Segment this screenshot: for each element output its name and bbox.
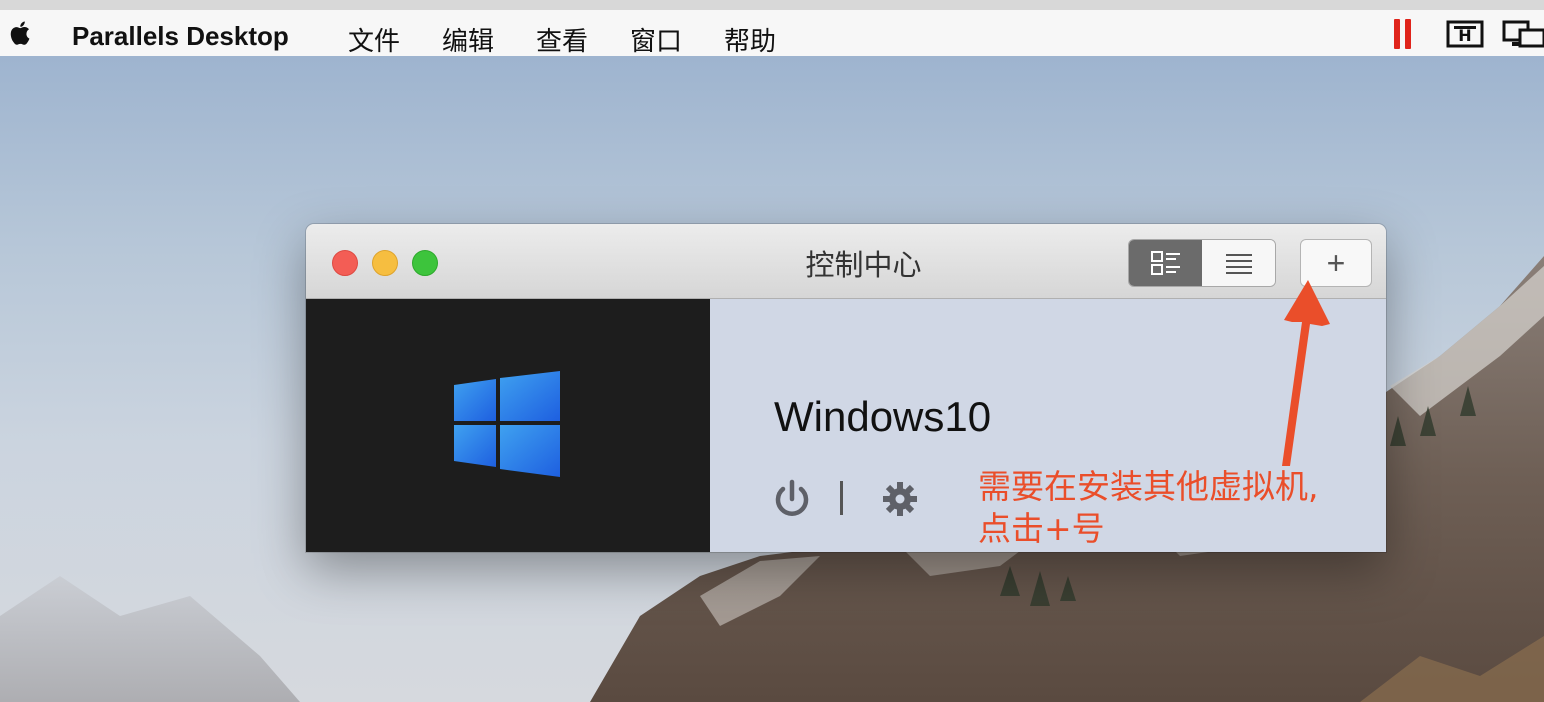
menu-view[interactable]: 查看	[536, 21, 588, 58]
annotation-line-1: 需要在安装其他虚拟机,	[978, 467, 1319, 506]
settings-gear-icon[interactable]	[880, 479, 920, 519]
menu-edit[interactable]: 编辑	[442, 21, 494, 58]
menu-window[interactable]: 窗口	[630, 21, 682, 58]
parallels-pause-icon[interactable]	[1394, 19, 1414, 49]
menu-bar: Parallels Desktop 文件 编辑 查看 窗口 帮助 H	[0, 10, 1544, 57]
power-icon[interactable]	[770, 477, 814, 521]
list-view-button[interactable]	[1202, 240, 1275, 286]
menu-help[interactable]: 帮助	[724, 21, 776, 58]
vm-name[interactable]: Windows10	[774, 393, 991, 441]
list-view-icon	[1225, 254, 1252, 274]
annotation-text: 需要在安装其他虚拟机, 点击+号	[978, 466, 1378, 550]
vm-thumbnail[interactable]	[306, 299, 710, 552]
grid-view-button[interactable]	[1129, 240, 1202, 286]
view-toggle	[1128, 239, 1276, 287]
control-separator	[840, 481, 843, 515]
grid-view-icon	[1150, 251, 1180, 275]
display-icon[interactable]	[1502, 20, 1544, 50]
menu-app-name[interactable]: Parallels Desktop	[72, 21, 289, 52]
apple-icon[interactable]	[8, 19, 34, 47]
keyboard-icon[interactable]: H	[1446, 20, 1484, 50]
windows-logo-icon	[454, 371, 560, 477]
window-titlebar[interactable]: 控制中心 +	[306, 224, 1386, 299]
annotation-line-2: 点击+号	[978, 509, 1105, 548]
menu-file[interactable]: 文件	[348, 21, 400, 58]
annotation-arrow	[1282, 280, 1330, 466]
